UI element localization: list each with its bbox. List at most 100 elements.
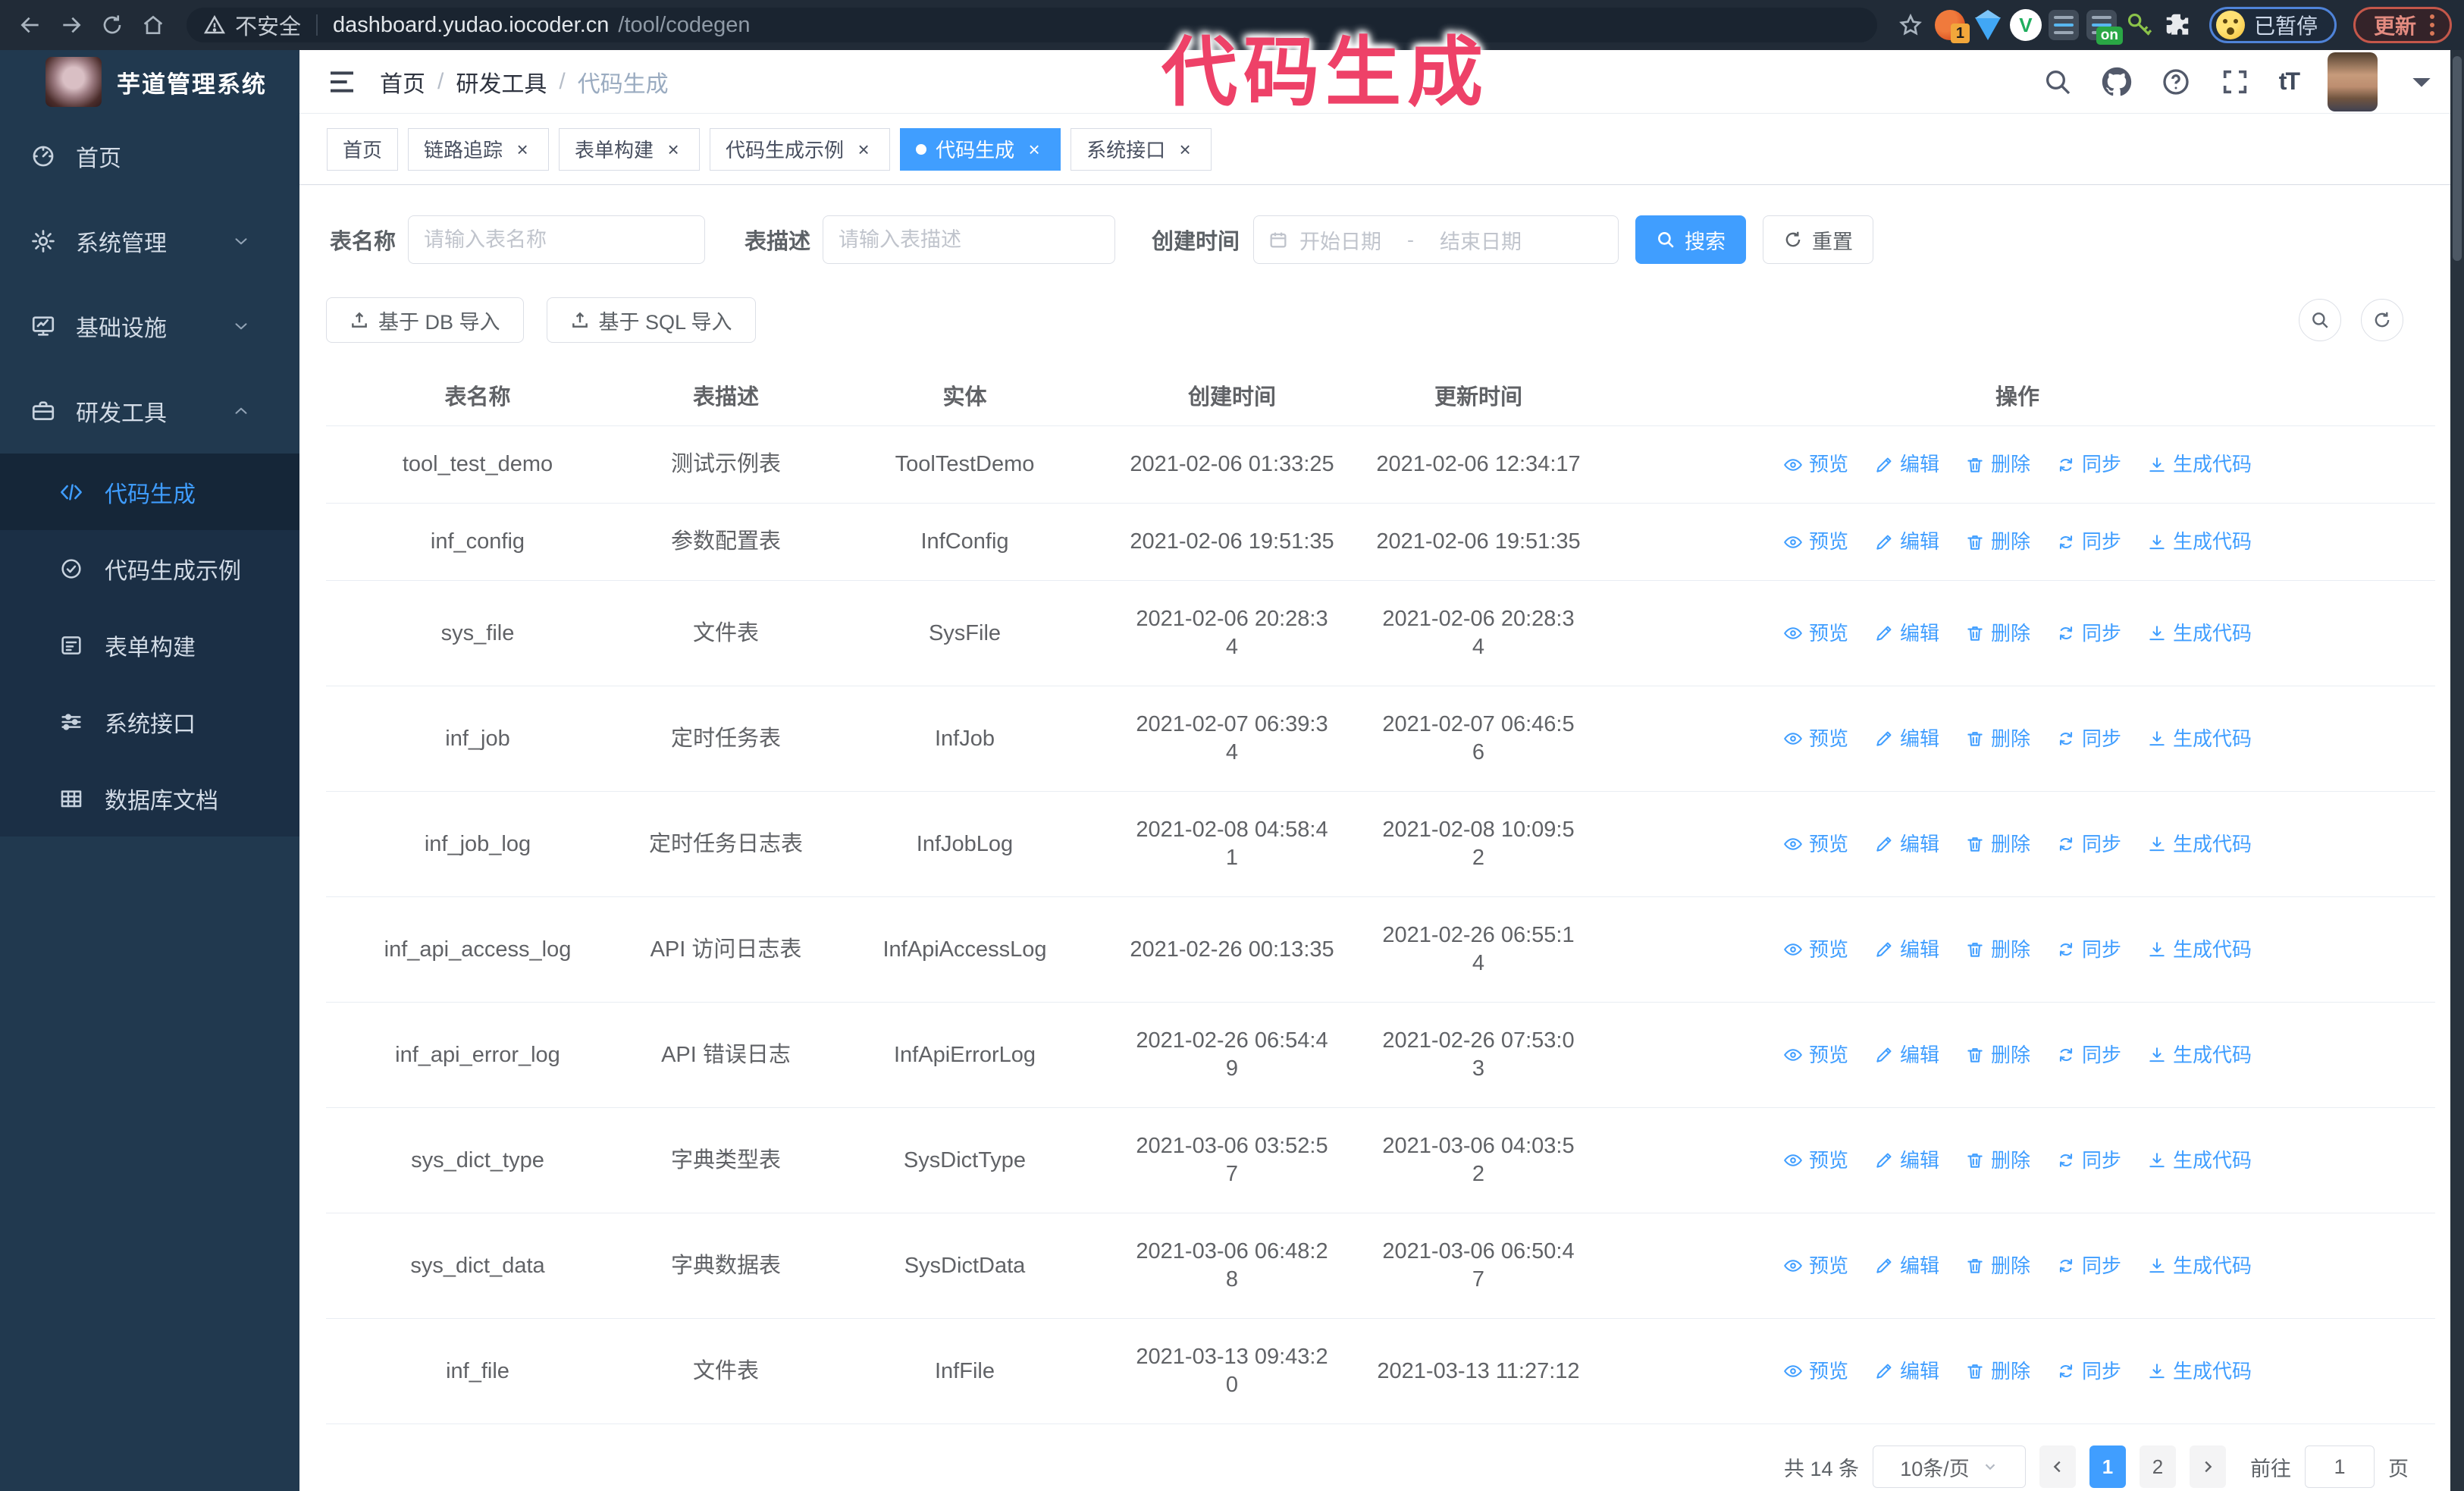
- reload-icon[interactable]: [94, 7, 130, 43]
- action-删除[interactable]: 删除: [1965, 1147, 2030, 1175]
- url-path[interactable]: /tool/codegen: [618, 13, 750, 38]
- action-同步[interactable]: 同步: [2056, 1358, 2121, 1386]
- page-button-2[interactable]: 2: [2140, 1445, 2176, 1488]
- action-编辑[interactable]: 编辑: [1874, 450, 1939, 479]
- action-预览[interactable]: 预览: [1783, 450, 1848, 479]
- security-label[interactable]: 不安全: [235, 9, 301, 41]
- action-生成代码[interactable]: 生成代码: [2147, 936, 2252, 964]
- action-编辑[interactable]: 编辑: [1874, 1147, 1939, 1175]
- action-同步[interactable]: 同步: [2056, 620, 2121, 648]
- reset-button[interactable]: 重置: [1763, 215, 1874, 264]
- sidebar-subitem[interactable]: 代码生成: [0, 454, 299, 530]
- action-编辑[interactable]: 编辑: [1874, 1041, 1939, 1069]
- next-page-button[interactable]: [2190, 1445, 2226, 1488]
- user-avatar[interactable]: [2328, 52, 2378, 111]
- action-同步[interactable]: 同步: [2056, 830, 2121, 859]
- sidebar-item-2[interactable]: 系统管理: [0, 199, 299, 284]
- toggle-search-icon[interactable]: [2299, 299, 2341, 341]
- extension-orange-icon[interactable]: 1: [1933, 8, 1970, 43]
- search-icon[interactable]: [2042, 67, 2073, 97]
- action-编辑[interactable]: 编辑: [1874, 528, 1939, 556]
- action-预览[interactable]: 预览: [1783, 936, 1848, 964]
- hamburger-icon[interactable]: [327, 67, 357, 97]
- table-name-input[interactable]: [408, 215, 706, 264]
- tab-表单构建[interactable]: 表单构建 ×: [559, 127, 701, 171]
- action-生成代码[interactable]: 生成代码: [2147, 1147, 2252, 1175]
- action-预览[interactable]: 预览: [1783, 1147, 1848, 1175]
- browser-scrollbar[interactable]: [2450, 50, 2464, 1491]
- action-生成代码[interactable]: 生成代码: [2147, 1252, 2252, 1280]
- action-预览[interactable]: 预览: [1783, 1041, 1848, 1069]
- back-icon[interactable]: [12, 7, 49, 43]
- action-生成代码[interactable]: 生成代码: [2147, 528, 2252, 556]
- sidebar-subitem[interactable]: 表单构建: [0, 607, 299, 683]
- action-删除[interactable]: 删除: [1965, 620, 2030, 648]
- sidebar-subitem[interactable]: 代码生成示例: [0, 530, 299, 607]
- tab-close-icon[interactable]: ×: [1174, 139, 1196, 160]
- tab-代码生成[interactable]: 代码生成 ×: [900, 127, 1061, 171]
- browser-update-button[interactable]: 更新: [2353, 7, 2452, 43]
- action-生成代码[interactable]: 生成代码: [2147, 1041, 2252, 1069]
- address-bar[interactable]: 不安全 dashboard.yudao.iocoder.cn/tool/code…: [187, 8, 1877, 42]
- prev-page-button[interactable]: [2039, 1445, 2076, 1488]
- font-size-icon[interactable]: tT: [2279, 67, 2300, 96]
- action-删除[interactable]: 删除: [1965, 1252, 2030, 1280]
- action-编辑[interactable]: 编辑: [1874, 1252, 1939, 1280]
- forward-icon[interactable]: [53, 7, 89, 43]
- action-编辑[interactable]: 编辑: [1874, 936, 1939, 964]
- tab-close-icon[interactable]: ×: [853, 139, 874, 160]
- import-db-button[interactable]: 基于 DB 导入: [326, 297, 524, 343]
- extension-gem-icon[interactable]: [1971, 8, 2005, 42]
- url-host[interactable]: dashboard.yudao.iocoder.cn: [333, 13, 609, 38]
- extension-sliders-icon[interactable]: [2047, 8, 2080, 42]
- action-预览[interactable]: 预览: [1783, 1358, 1848, 1386]
- scrollbar-thumb[interactable]: [2453, 56, 2462, 261]
- action-删除[interactable]: 删除: [1965, 725, 2030, 753]
- extensions-puzzle-icon[interactable]: [2161, 8, 2194, 42]
- extension-key-icon[interactable]: [2123, 8, 2156, 42]
- action-生成代码[interactable]: 生成代码: [2147, 830, 2252, 859]
- action-删除[interactable]: 删除: [1965, 1041, 2030, 1069]
- action-同步[interactable]: 同步: [2056, 936, 2121, 964]
- table-desc-input[interactable]: [823, 215, 1116, 264]
- tab-close-icon[interactable]: ×: [1024, 139, 1045, 160]
- action-预览[interactable]: 预览: [1783, 725, 1848, 753]
- action-删除[interactable]: 删除: [1965, 936, 2030, 964]
- tab-链路追踪[interactable]: 链路追踪 ×: [408, 127, 550, 171]
- action-编辑[interactable]: 编辑: [1874, 830, 1939, 859]
- action-同步[interactable]: 同步: [2056, 1041, 2121, 1069]
- action-同步[interactable]: 同步: [2056, 450, 2121, 479]
- sidebar-subitem[interactable]: 数据库文档: [0, 760, 299, 837]
- avatar-caret-icon[interactable]: [2406, 67, 2437, 97]
- action-同步[interactable]: 同步: [2056, 725, 2121, 753]
- action-删除[interactable]: 删除: [1965, 1358, 2030, 1386]
- action-同步[interactable]: 同步: [2056, 1147, 2121, 1175]
- goto-page-input[interactable]: [2305, 1445, 2375, 1488]
- tab-首页[interactable]: 首页: [327, 127, 399, 171]
- date-range-picker[interactable]: 开始日期 - 结束日期: [1253, 215, 1619, 264]
- extension-vue-devtools-icon[interactable]: V: [2009, 8, 2042, 42]
- sidebar-item-3[interactable]: 基础设施: [0, 284, 299, 369]
- app-logo[interactable]: 芋道管理系统: [0, 50, 299, 114]
- import-sql-button[interactable]: 基于 SQL 导入: [546, 297, 756, 343]
- sidebar-item-4[interactable]: 研发工具: [0, 369, 299, 454]
- action-生成代码[interactable]: 生成代码: [2147, 450, 2252, 479]
- fullscreen-icon[interactable]: [2220, 67, 2250, 97]
- refresh-table-icon[interactable]: [2361, 299, 2403, 341]
- action-编辑[interactable]: 编辑: [1874, 725, 1939, 753]
- github-icon[interactable]: [2102, 67, 2132, 97]
- action-删除[interactable]: 删除: [1965, 528, 2030, 556]
- extension-switch-icon[interactable]: on: [2085, 8, 2123, 45]
- action-编辑[interactable]: 编辑: [1874, 620, 1939, 648]
- action-预览[interactable]: 预览: [1783, 1252, 1848, 1280]
- action-删除[interactable]: 删除: [1965, 450, 2030, 479]
- action-预览[interactable]: 预览: [1783, 620, 1848, 648]
- tab-close-icon[interactable]: ×: [512, 139, 533, 160]
- action-编辑[interactable]: 编辑: [1874, 1358, 1939, 1386]
- action-同步[interactable]: 同步: [2056, 528, 2121, 556]
- browser-menu-icon[interactable]: [2427, 14, 2437, 36]
- help-icon[interactable]: [2161, 67, 2191, 97]
- bookmark-star-icon[interactable]: [1892, 7, 1929, 43]
- page-button-1[interactable]: 1: [2089, 1445, 2126, 1488]
- action-生成代码[interactable]: 生成代码: [2147, 1358, 2252, 1386]
